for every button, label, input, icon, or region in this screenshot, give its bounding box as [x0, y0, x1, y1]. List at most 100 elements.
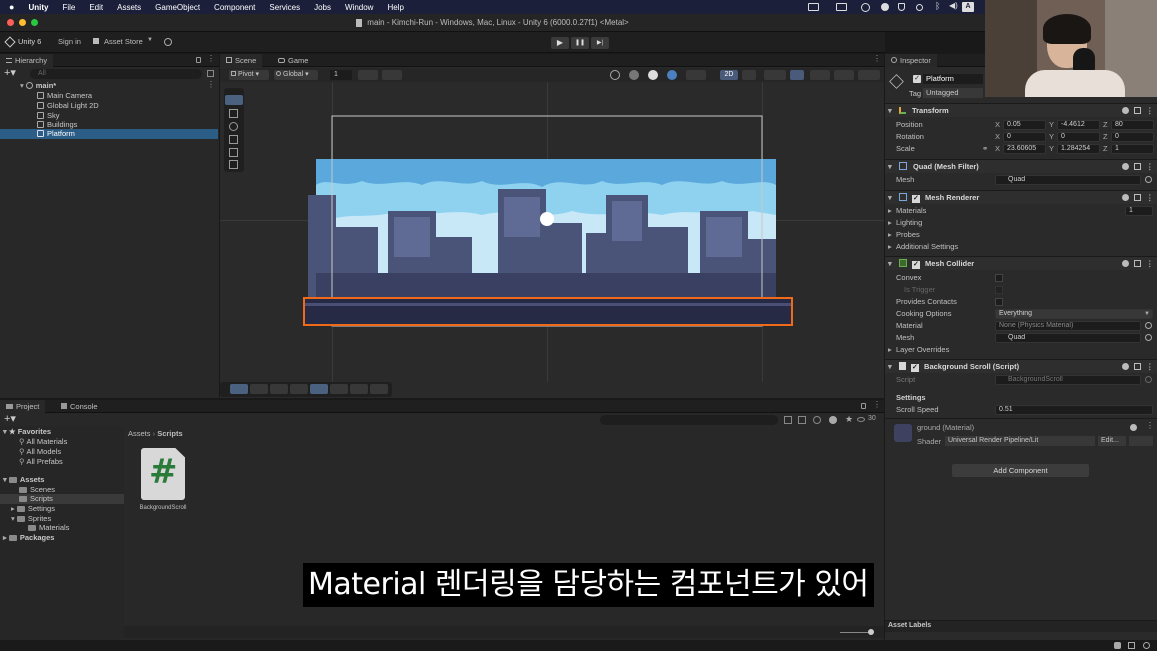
view-tool-icon[interactable]	[230, 384, 248, 394]
circle-app-icon[interactable]	[881, 3, 889, 11]
object-picker-icon[interactable]	[1145, 322, 1152, 329]
info-icon[interactable]	[829, 416, 837, 424]
script-asset[interactable]: # BackgroundScroll	[136, 448, 190, 518]
shader-list-icon[interactable]	[1129, 436, 1153, 446]
hierarchy-item[interactable]: Main Camera	[0, 91, 92, 101]
focus-icon[interactable]	[916, 4, 923, 11]
tab-game[interactable]: Game	[272, 54, 314, 67]
minimize-window-button[interactable]	[19, 19, 26, 26]
search-label-icon[interactable]	[798, 416, 806, 424]
fill-tool-icon[interactable]	[370, 384, 388, 394]
scene-root[interactable]: ▾ main*	[0, 81, 56, 91]
kebab-menu-icon[interactable]: ⋮	[207, 54, 215, 63]
display-icon[interactable]	[836, 3, 847, 11]
convex-checkbox[interactable]	[995, 274, 1003, 282]
preset-icon[interactable]	[1134, 260, 1141, 267]
rotation-z-field[interactable]: 0	[1111, 132, 1154, 142]
visibility-icon[interactable]	[857, 417, 865, 422]
scale-z-field[interactable]: 1	[1111, 144, 1154, 154]
close-window-button[interactable]	[7, 19, 14, 26]
help-icon[interactable]	[1122, 194, 1129, 201]
grid-snap-field[interactable]: 1	[330, 70, 352, 80]
materials-row[interactable]: ▸ Materials 1	[885, 205, 1157, 217]
menu-help[interactable]: Help	[387, 3, 403, 12]
kebab-menu-icon[interactable]: ⋮	[873, 54, 881, 63]
zoom-window-button[interactable]	[31, 19, 38, 26]
constrain-proportions-icon[interactable]: ⚭	[982, 143, 988, 155]
menu-assets[interactable]: Assets	[117, 3, 141, 12]
menu-gameobject[interactable]: GameObject	[155, 3, 200, 12]
menu-component[interactable]: Component	[214, 3, 255, 12]
sign-in-button[interactable]: Sign in	[58, 37, 81, 46]
breadcrumb-assets[interactable]: Assets	[128, 429, 151, 438]
breadcrumb-scripts[interactable]: Scripts	[157, 429, 182, 438]
picker-tool-icon[interactable]	[330, 384, 348, 394]
snap-grid-icon[interactable]	[358, 70, 378, 80]
tab-console[interactable]: Console	[55, 400, 104, 413]
kebab-menu-icon[interactable]: ⋮	[1146, 257, 1154, 271]
kebab-menu-icon[interactable]: ⋮	[873, 400, 881, 409]
bluetooth-icon[interactable]: ᛒ	[935, 1, 940, 11]
favorites-header[interactable]: ▾ ★ Favorites	[0, 427, 51, 437]
menu-services[interactable]: Services	[269, 3, 300, 12]
tilemap-tool-icon[interactable]	[270, 384, 288, 394]
preset-icon[interactable]	[1134, 163, 1141, 170]
lighting-toggle-icon[interactable]	[742, 70, 756, 80]
slider-thumb[interactable]	[868, 629, 874, 635]
filter-icon[interactable]	[813, 416, 821, 424]
favorite-item[interactable]: ⚲ All Materials	[0, 437, 67, 447]
folder-item[interactable]: ▸ Settings	[0, 504, 55, 514]
mesh-filter-header[interactable]: ▾ Quad (Mesh Filter) ⋮	[885, 159, 1157, 173]
help-icon[interactable]	[1122, 260, 1129, 267]
step-button[interactable]: ▶|	[591, 37, 609, 49]
help-icon[interactable]	[1122, 363, 1129, 370]
draw-mode-icon[interactable]	[610, 70, 620, 80]
kebab-menu-icon[interactable]: ⋮	[1146, 421, 1154, 430]
shader-dropdown[interactable]: Universal Render Pipeline/Lit	[945, 436, 1095, 446]
object-name-field[interactable]: Platform	[923, 74, 983, 84]
help-icon[interactable]	[1130, 424, 1137, 431]
materials-count-field[interactable]: 1	[1125, 206, 1153, 216]
favorite-star-icon[interactable]: ★	[845, 414, 853, 425]
cooking-options-dropdown[interactable]: Everything	[995, 309, 1153, 319]
tag-dropdown[interactable]: Untagged	[923, 88, 983, 98]
help-icon[interactable]	[1122, 107, 1129, 114]
gizmos-dropdown-icon[interactable]	[858, 70, 880, 80]
position-z-field[interactable]: 80	[1111, 120, 1154, 130]
menu-jobs[interactable]: Jobs	[314, 3, 331, 12]
render-settings-icon[interactable]	[686, 70, 706, 80]
tab-scene[interactable]: Scene	[220, 54, 263, 67]
mesh-collider-header[interactable]: ▾ ✓ Mesh Collider ⋮	[885, 256, 1157, 270]
help-icon[interactable]	[1122, 163, 1129, 170]
menu-app-unity[interactable]: Unity	[28, 3, 48, 12]
create-asset-button[interactable]: +▾	[4, 412, 16, 425]
hierarchy-search-input[interactable]: All	[30, 69, 202, 79]
menu-file[interactable]: File	[62, 3, 75, 12]
asset-labels-bar[interactable]: Asset Labels	[885, 620, 1157, 632]
menu-window[interactable]: Window	[345, 3, 373, 12]
enabled-checkbox[interactable]: ✓	[910, 364, 919, 372]
search-type-icon[interactable]	[784, 416, 792, 424]
toggle-2d-button[interactable]: 2D	[720, 70, 738, 80]
move-tool-icon[interactable]	[229, 109, 238, 118]
is-trigger-checkbox[interactable]	[995, 286, 1003, 294]
hand-tool-icon[interactable]	[225, 95, 243, 105]
mesh-renderer-header[interactable]: ▾ ✓ Mesh Renderer ⋮	[885, 190, 1157, 204]
scroll-speed-field[interactable]: 0.51	[995, 405, 1153, 415]
menu-edit[interactable]: Edit	[89, 3, 103, 12]
unity-account-button[interactable]: Unity 6	[18, 37, 41, 46]
shield-icon[interactable]	[898, 3, 905, 11]
scale-tool-icon[interactable]	[229, 135, 238, 144]
tab-inspector[interactable]: Inspector	[885, 54, 937, 67]
bg-scroll-header[interactable]: ▾ ✓ Background Scroll (Script) ⋮	[885, 359, 1157, 373]
packages-folder[interactable]: ▸ Packages	[0, 533, 54, 543]
asset-store-button[interactable]: Asset Store	[104, 37, 143, 46]
notifications-icon[interactable]	[1143, 642, 1150, 649]
favorite-item[interactable]: ⚲ All Models	[0, 447, 61, 457]
scale-x-field[interactable]: 23.60605	[1003, 144, 1046, 154]
shading-textured-icon[interactable]	[667, 70, 677, 80]
preset-icon[interactable]	[1134, 363, 1141, 370]
hierarchy-item[interactable]: Global Light 2D	[0, 101, 99, 111]
cloud-settings-icon[interactable]	[164, 38, 172, 46]
provides-contacts-checkbox[interactable]	[995, 298, 1003, 306]
